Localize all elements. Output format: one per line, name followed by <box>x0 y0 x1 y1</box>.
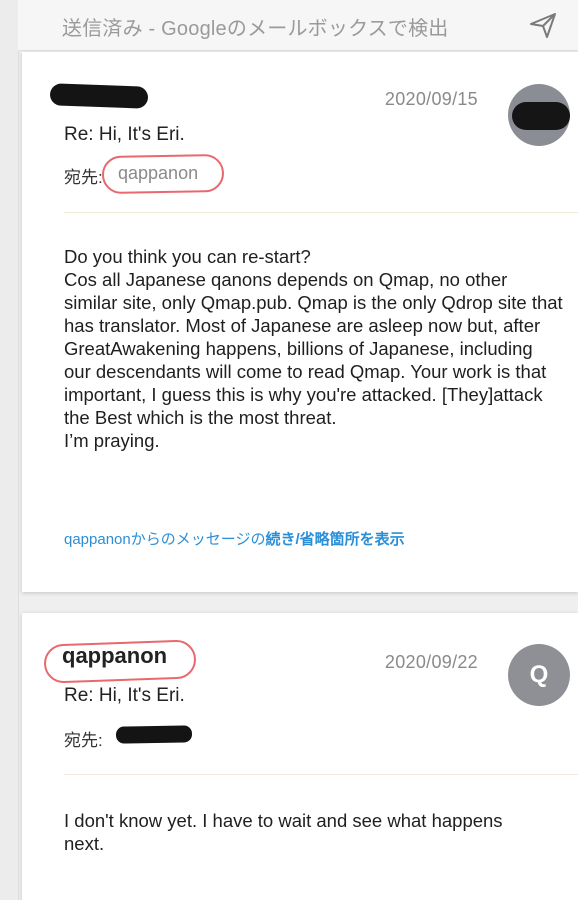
left-strip <box>0 0 19 900</box>
show-more-label[interactable]: 続き/省略箇所を表示 <box>265 531 404 548</box>
body-paragraph: I don't know yet. I have to wait and see… <box>64 810 503 854</box>
message-subject: Re: Hi, It's Eri. <box>64 124 185 145</box>
search-bar-text[interactable]: 送信済み - Googleのメールボックスで検出 <box>62 12 448 41</box>
recipient-value: qappanon <box>118 163 199 183</box>
message-body: I don't know yet. I have to wait and see… <box>64 809 534 855</box>
show-more-link[interactable]: qappanonからのメッセージの続き/省略箇所を表示 <box>64 528 405 549</box>
message-subject: Re: Hi, It's Eri. <box>64 685 185 706</box>
show-more-prefix: qappanonからのメッセージの <box>64 531 266 548</box>
message-date: 2020/09/15 <box>384 89 478 109</box>
recipient-label: 宛先: <box>64 731 103 750</box>
send-icon[interactable] <box>528 10 558 40</box>
redacted-recipient <box>115 725 193 744</box>
sender-name: qappanon <box>62 643 168 668</box>
divider <box>64 212 578 213</box>
divider <box>64 774 578 775</box>
message-date: 2020/09/22 <box>384 652 478 672</box>
redacted-avatar <box>512 102 570 130</box>
avatar: Q <box>508 644 570 706</box>
recipient-label: 宛先: <box>64 168 103 187</box>
body-line: I’m praying. <box>64 430 160 451</box>
search-header: 送信済み - Googleのメールボックスで検出 <box>18 0 578 51</box>
message-body: Do you think you can re-start? Cos all J… <box>64 245 564 452</box>
avatar <box>508 84 570 146</box>
message-card[interactable]: 2020/09/15 Re: Hi, It's Eri. 宛先: qappano… <box>22 52 578 592</box>
body-paragraph: Cos all Japanese qanons depends on Qmap,… <box>64 269 563 428</box>
redacted-sender <box>49 83 149 109</box>
body-line: Do you think you can re-start? <box>64 246 311 267</box>
message-card[interactable]: qappanon 2020/09/22 Q Re: Hi, It's Eri. … <box>22 613 578 900</box>
